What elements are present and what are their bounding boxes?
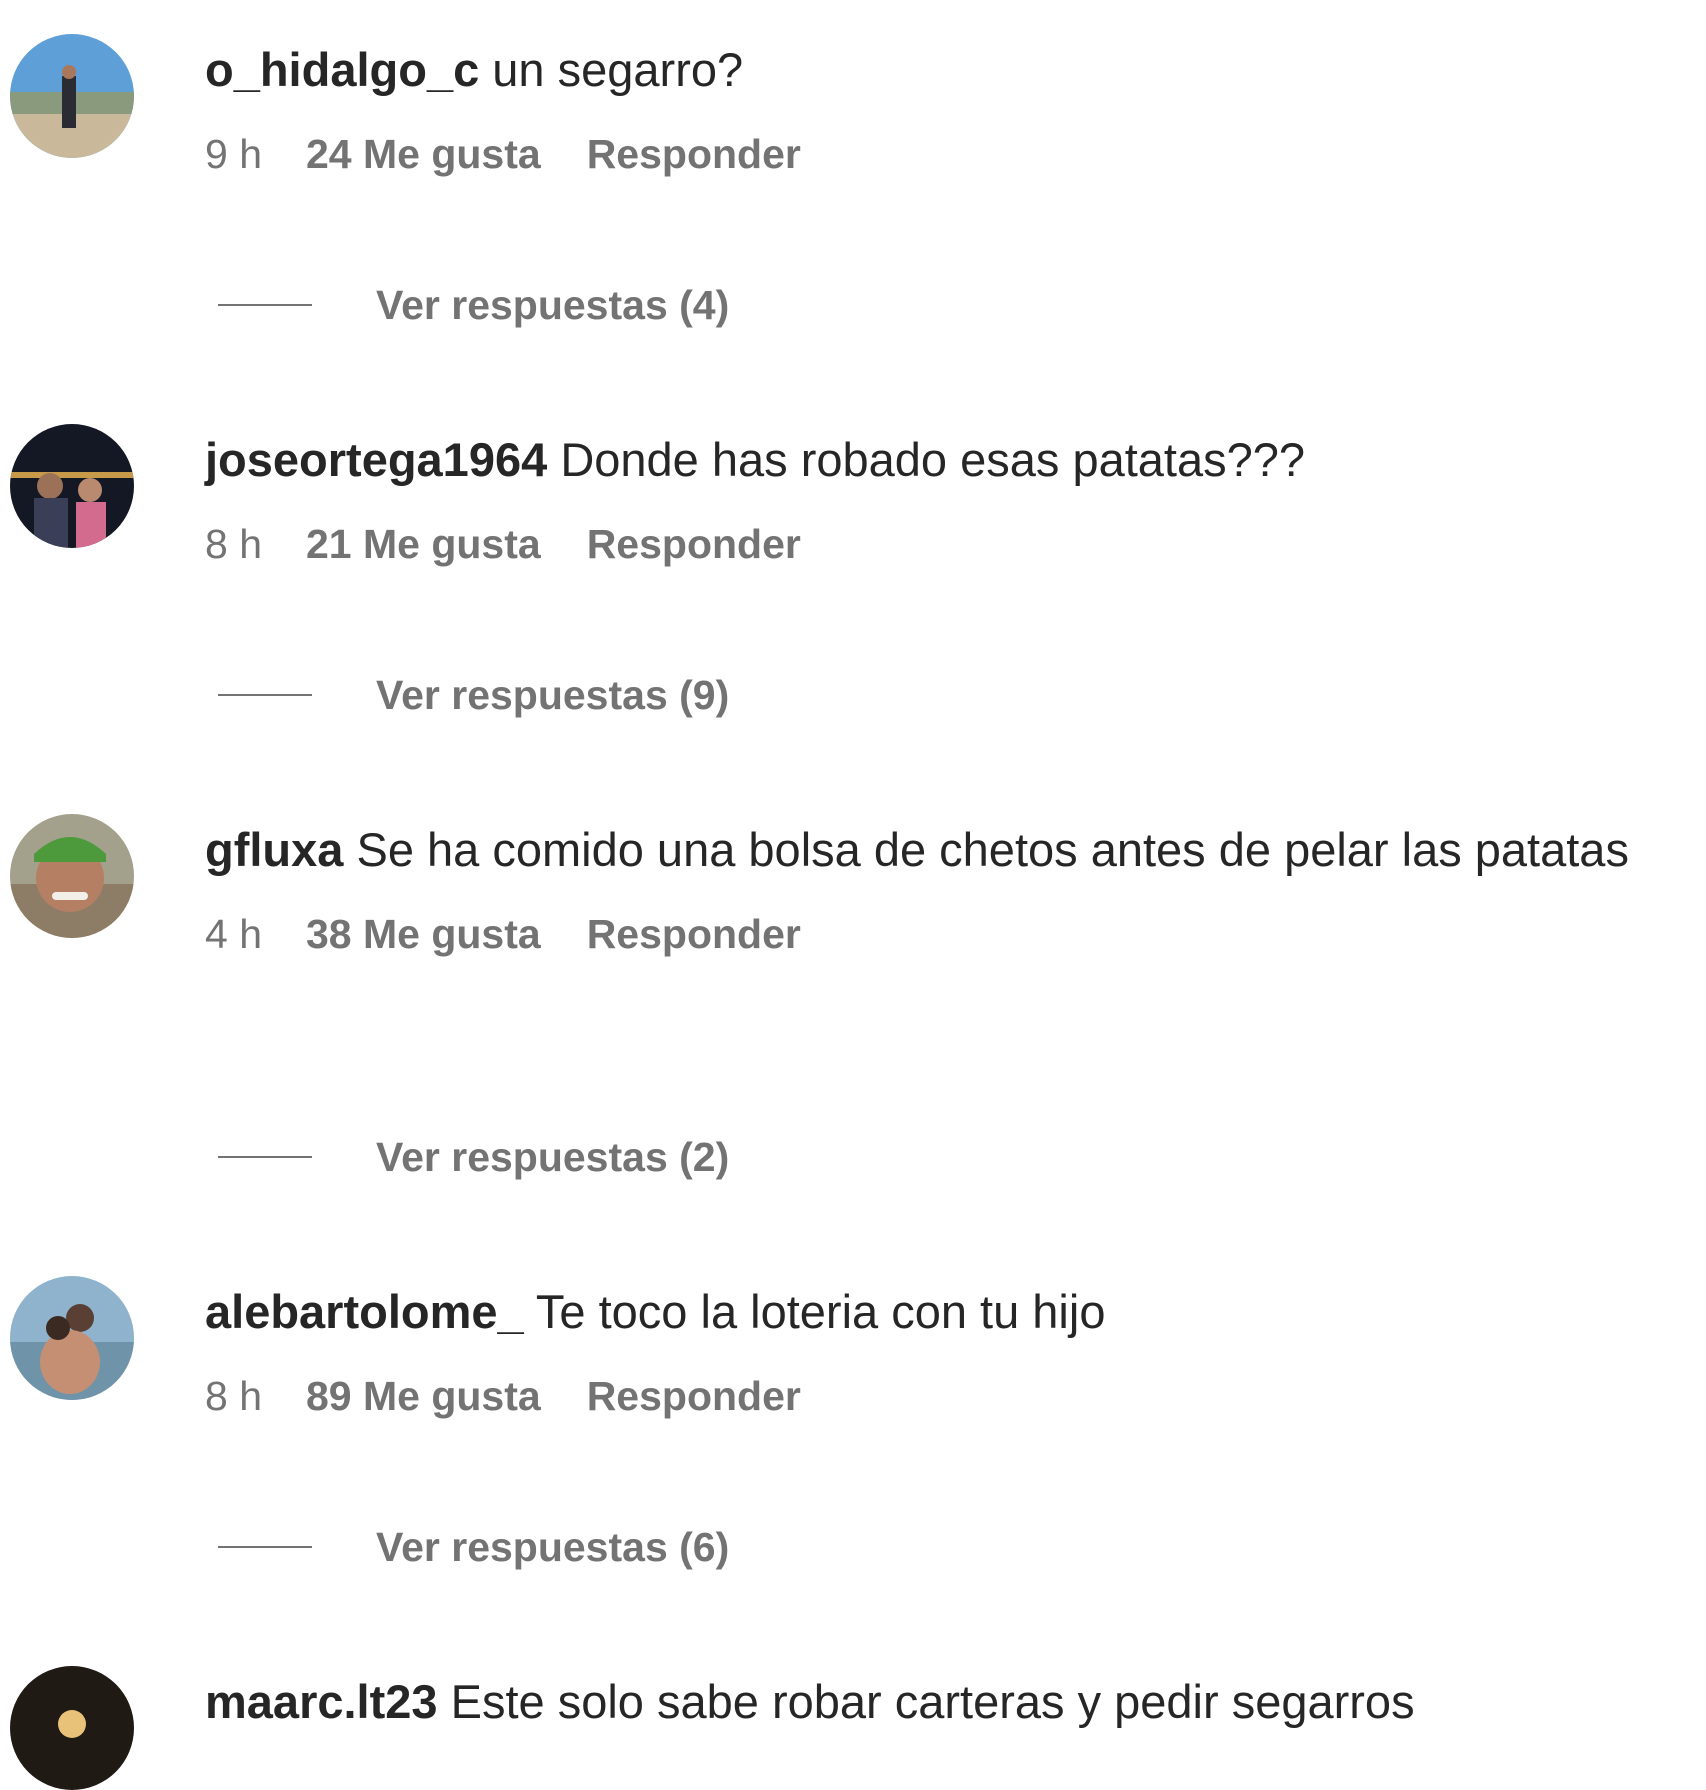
comment-username[interactable]: maarc.lt23 — [205, 1675, 438, 1728]
view-replies-label: Ver respuestas (9) — [376, 672, 730, 718]
view-replies-button[interactable]: Ver respuestas (4) — [218, 275, 818, 335]
comment-body: joseortega1964 Donde has robado esas pat… — [205, 424, 1675, 574]
avatar-photo — [10, 1276, 134, 1400]
comment-meta: 8 h 89 Me gusta Responder — [205, 1366, 1675, 1426]
comment-text: alebartolome_ Te toco la loteria con tu … — [205, 1276, 1675, 1348]
reply-button[interactable]: Responder — [587, 124, 801, 184]
view-replies-button[interactable]: Ver respuestas (9) — [218, 665, 818, 725]
comment-message: Se ha comido una bolsa de chetos antes d… — [356, 823, 1629, 876]
comment-text: gfluxa Se ha comido una bolsa de chetos … — [205, 814, 1675, 886]
likes-count[interactable]: 89 Me gusta — [306, 1366, 541, 1426]
avatar[interactable] — [10, 814, 134, 938]
avatar[interactable] — [10, 1276, 134, 1400]
comment-body: gfluxa Se ha comido una bolsa de chetos … — [205, 814, 1675, 964]
comment-text: o_hidalgo_c un segarro? — [205, 34, 1675, 106]
view-replies-button[interactable]: Ver respuestas (6) — [218, 1517, 818, 1577]
view-replies-label: Ver respuestas (6) — [376, 1524, 730, 1570]
comment-username[interactable]: alebartolome_ — [205, 1285, 524, 1338]
replies-divider — [218, 1156, 312, 1158]
replies-divider — [218, 1546, 312, 1548]
comment-meta: 9 h 24 Me gusta Responder — [205, 124, 1675, 184]
view-replies-label: Ver respuestas (4) — [376, 282, 730, 328]
reply-button[interactable]: Responder — [587, 904, 801, 964]
comment-message: Este solo sabe robar carteras y pedir se… — [450, 1675, 1415, 1728]
comment-meta: 4 h 38 Me gusta Responder — [205, 904, 1675, 964]
avatar[interactable] — [10, 1666, 134, 1790]
avatar-photo — [10, 814, 134, 938]
comment-body: alebartolome_ Te toco la loteria con tu … — [205, 1276, 1675, 1426]
comment-username[interactable]: o_hidalgo_c — [205, 43, 479, 96]
avatar[interactable] — [10, 424, 134, 548]
avatar-photo — [10, 34, 134, 158]
avatar-photo — [10, 424, 134, 548]
comment-username[interactable]: joseortega1964 — [205, 433, 547, 486]
comment-time[interactable]: 4 h — [205, 904, 262, 964]
comment-meta: 8 h 21 Me gusta Responder — [205, 514, 1675, 574]
comment-text: maarc.lt23 Este solo sabe robar carteras… — [205, 1666, 1675, 1738]
reply-button[interactable]: Responder — [587, 1366, 801, 1426]
replies-divider — [218, 304, 312, 306]
reply-button[interactable]: Responder — [587, 514, 801, 574]
comment-time[interactable]: 8 h — [205, 1366, 262, 1426]
likes-count[interactable]: 24 Me gusta — [306, 124, 541, 184]
comment-body: maarc.lt23 Este solo sabe robar carteras… — [205, 1666, 1675, 1738]
likes-count[interactable]: 38 Me gusta — [306, 904, 541, 964]
comment-message: un segarro? — [492, 43, 744, 96]
comment-message: Te toco la loteria con tu hijo — [535, 1285, 1106, 1338]
replies-divider — [218, 694, 312, 696]
comment-body: o_hidalgo_c un segarro? 9 h 24 Me gusta Re… — [205, 34, 1675, 184]
comment-text: joseortega1964 Donde has robado esas pat… — [205, 424, 1675, 496]
comment-message: Donde has robado esas patatas??? — [560, 433, 1306, 486]
comment-time[interactable]: 8 h — [205, 514, 262, 574]
view-replies-label: Ver respuestas (2) — [376, 1134, 730, 1180]
avatar[interactable] — [10, 34, 134, 158]
comment-username[interactable]: gfluxa — [205, 823, 343, 876]
view-replies-button[interactable]: Ver respuestas (2) — [218, 1127, 818, 1187]
likes-count[interactable]: 21 Me gusta — [306, 514, 541, 574]
avatar-photo — [10, 1666, 134, 1790]
comment-time[interactable]: 9 h — [205, 124, 262, 184]
